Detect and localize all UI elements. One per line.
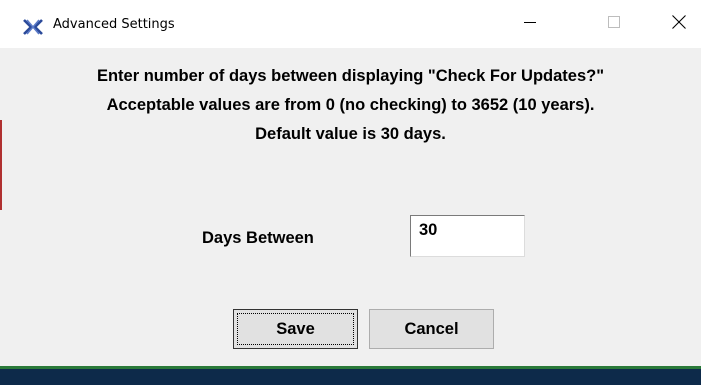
cancel-button[interactable]: Cancel	[369, 309, 494, 349]
advanced-settings-window: Advanced Settings Enter number of days b…	[0, 0, 701, 385]
instruction-line-3: Default value is 30 days.	[255, 125, 446, 143]
close-icon	[672, 14, 686, 34]
close-button[interactable]	[656, 0, 701, 48]
days-between-label: Days Between	[202, 229, 314, 247]
maximize-button[interactable]	[591, 0, 637, 48]
cancel-button-label: Cancel	[404, 319, 459, 338]
save-button-label: Save	[276, 319, 315, 338]
title-bar[interactable]: Advanced Settings	[0, 0, 701, 48]
background-window-strip	[0, 369, 701, 385]
instruction-line-2: Acceptable values are from 0 (no checkin…	[106, 96, 595, 114]
maximize-icon	[608, 15, 620, 33]
minimize-button[interactable]	[507, 0, 553, 48]
save-button[interactable]: Save	[233, 309, 358, 349]
days-between-input[interactable]	[410, 215, 525, 257]
app-logo-icon	[22, 18, 44, 36]
window-title: Advanced Settings	[53, 17, 175, 32]
minimize-icon	[524, 15, 536, 33]
instruction-line-1: Enter number of days between displaying …	[96, 67, 605, 85]
instruction-message: Enter number of days between displaying …	[0, 62, 701, 149]
